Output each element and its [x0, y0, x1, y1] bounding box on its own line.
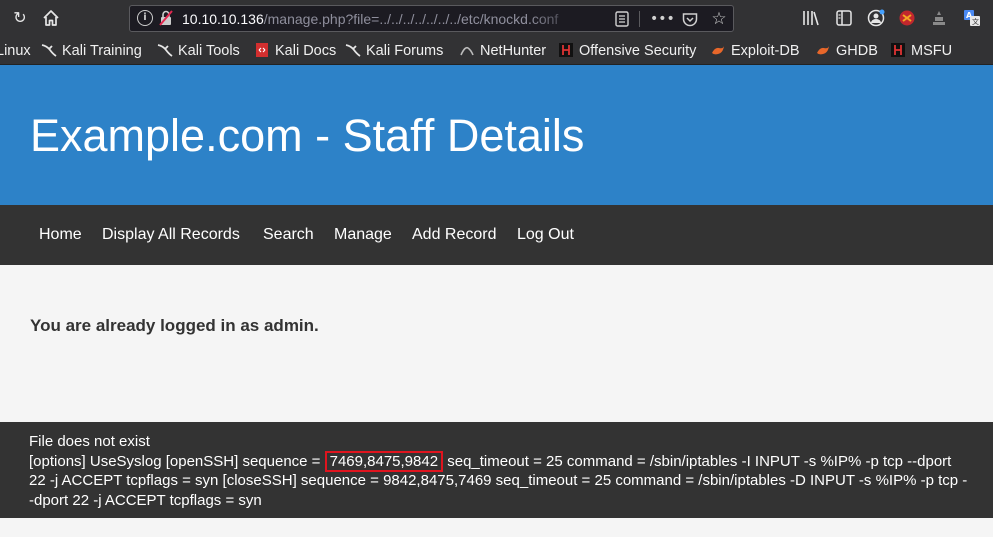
bookmark-label: Offensive Security	[579, 43, 697, 59]
bookmark-label: Kali Forums	[366, 43, 444, 59]
url-text[interactable]: 10.10.10.136/manage.php?file=../../../..…	[182, 10, 580, 28]
main-content: You are already logged in as admin.	[0, 265, 993, 422]
extension-icon[interactable]	[927, 6, 951, 30]
file-output-panel: File does not exist [options] UseSyslog …	[0, 422, 993, 518]
bookmark-label: NetHunter	[480, 43, 547, 59]
more-actions-icon[interactable]: •••	[650, 8, 675, 30]
nav-add-record[interactable]: Add Record	[412, 225, 497, 245]
nav-display-all-records[interactable]: Display All Records	[102, 225, 240, 245]
bookmark-label: Kali Tools	[178, 43, 240, 59]
bookmark-label: Kali Training	[62, 43, 142, 59]
account-icon[interactable]	[864, 6, 888, 30]
insecure-lock-icon[interactable]	[159, 10, 173, 26]
pocket-icon[interactable]	[679, 8, 701, 30]
nav-log-out[interactable]: Log Out	[517, 225, 574, 245]
bookmark-nethunter[interactable]: NetHunter	[459, 41, 546, 61]
highlighted-knock-sequence: 7469,8475,9842	[324, 450, 444, 472]
bookmark-kali-training[interactable]: Kali Training	[41, 41, 142, 61]
msfu-icon	[891, 43, 905, 57]
url-bar[interactable]: i 10.10.10.136/manage.php?file=../../../…	[129, 5, 734, 32]
config-text-pre: [options] UseSyslog [openSSH] sequence =	[29, 452, 325, 470]
svg-text:文: 文	[972, 17, 979, 26]
file-output-text: File does not exist [options] UseSyslog …	[29, 432, 969, 510]
bookmark-star-icon[interactable]: ☆	[708, 8, 730, 30]
reader-view-icon[interactable]	[611, 8, 633, 30]
exploitdb-icon	[712, 46, 724, 55]
bookmark-label: Exploit-DB	[731, 43, 800, 59]
browser-toolbar: ↻ i 10.10.10.136/manage.php?file=../../.…	[0, 0, 993, 37]
bookmark-msfu[interactable]: MSFU	[890, 41, 952, 61]
url-host: 10.10.10.136	[182, 11, 264, 27]
nav-home[interactable]: Home	[39, 225, 82, 245]
bookmark-exploit-db[interactable]: Exploit-DB	[710, 41, 800, 61]
library-icon[interactable]	[799, 6, 823, 30]
offsec-icon	[559, 43, 573, 57]
bookmark-kali-docs[interactable]: Kali Docs	[254, 41, 336, 61]
bookmark-label: Kali Docs	[275, 43, 337, 59]
bookmark-label: Linux	[0, 43, 31, 59]
extension-icon[interactable]	[895, 6, 919, 30]
bookmark-linux[interactable]: Linux	[0, 41, 31, 61]
nethunter-icon	[460, 46, 474, 56]
login-status-message: You are already logged in as admin.	[30, 316, 319, 335]
url-path: /manage.php?file=../../../../../../../et…	[263, 11, 559, 27]
file-error-line: File does not exist	[29, 433, 150, 450]
nav-search[interactable]: Search	[263, 225, 314, 245]
kali-docs-icon	[256, 43, 268, 57]
bookmark-label: MSFU	[911, 43, 953, 59]
ghdb-icon	[817, 46, 829, 55]
home-icon[interactable]	[39, 6, 63, 30]
bookmark-label: GHDB	[836, 43, 878, 59]
kali-dragon-icon	[157, 44, 173, 57]
nav-manage[interactable]: Manage	[334, 225, 392, 245]
translate-icon[interactable]: A文	[960, 6, 984, 30]
bookmark-offensive-security[interactable]: Offensive Security	[558, 41, 696, 61]
main-nav: Home Display All Records Search Manage A…	[0, 205, 993, 265]
kali-dragon-icon	[345, 44, 361, 57]
url-fade	[530, 8, 582, 29]
page-title: Example.com - Staff Details	[30, 110, 585, 161]
bookmark-kali-tools[interactable]: Kali Tools	[157, 41, 240, 61]
bookmark-ghdb[interactable]: GHDB	[815, 41, 878, 61]
bookmarks-bar: Linux Kali Training Kali Tools Kali Docs…	[0, 37, 993, 65]
kali-dragon-icon	[41, 44, 57, 57]
bookmark-kali-forums[interactable]: Kali Forums	[345, 41, 443, 61]
reload-icon[interactable]: ↻	[8, 6, 32, 30]
file-contents: [options] UseSyslog [openSSH] sequence =…	[29, 450, 969, 511]
page-bottom	[0, 518, 993, 537]
sidebar-icon[interactable]	[832, 6, 856, 30]
site-header: Example.com - Staff Details	[0, 65, 993, 205]
url-separator	[639, 11, 640, 27]
info-icon[interactable]: i	[137, 10, 153, 26]
